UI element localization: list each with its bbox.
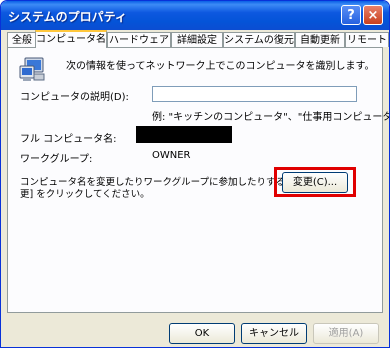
redacted-computer-name [136,126,232,143]
tab-automatic-updates[interactable]: 自動更新 [295,32,345,47]
computer-network-icon [19,57,45,81]
tab-advanced[interactable]: 詳細設定 [171,32,223,47]
tab-general[interactable]: 全般 [7,32,37,47]
example-text: 例: "キッチンのコンピュータ"、"仕事用コンピュータ" [152,112,390,123]
workgroup-label: ワークグループ: [20,154,93,165]
tab-system-restore[interactable]: システムの復元 [223,32,295,47]
tab-panel: 次の情報を使ってネットワーク上でこのコンピュータを識別します。 コンピュータの説… [7,47,389,313]
cancel-button[interactable]: キャンセル [241,323,307,344]
apply-button[interactable]: 適用(A) [313,323,379,344]
title-bar[interactable]: システムのプロパティ ? × [1,1,389,30]
window-title: システムのプロパティ [8,10,127,24]
properties-window: システムのプロパティ ? × 全般 コンピュータ名 ハードウェア 詳細設定 シス… [0,0,390,348]
change-hint-line2: 更] をクリックしてください。 [20,189,150,200]
ok-button[interactable]: OK [169,323,235,344]
workgroup-value: OWNER [152,150,191,161]
description-input[interactable] [152,86,357,102]
tab-computer-name[interactable]: コンピュータ名 [35,30,107,48]
tab-hardware[interactable]: ハードウェア [107,32,171,47]
intro-text: 次の情報を使ってネットワーク上でこのコンピュータを識別します。 [66,61,375,72]
help-button[interactable]: ? [341,5,361,25]
description-label: コンピュータの説明(D): [20,92,129,103]
tab-remote[interactable]: リモート [345,32,389,47]
close-button[interactable]: × [363,5,383,25]
change-button[interactable]: 変更(C)... [282,172,348,193]
full-name-label: フル コンピュータ名: [20,134,117,145]
